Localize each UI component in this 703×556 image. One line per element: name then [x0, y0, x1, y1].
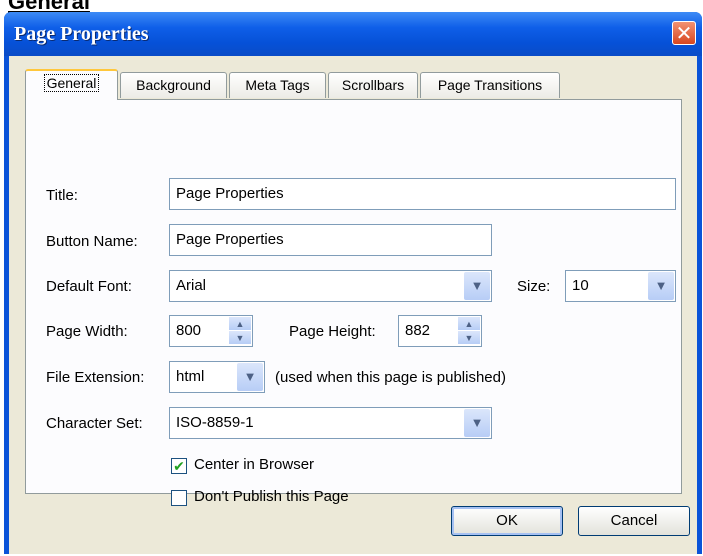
page-width-value: 800: [176, 322, 202, 339]
center-in-browser-label[interactable]: Center in Browser: [194, 456, 314, 473]
spin-up-icon[interactable]: ▲: [229, 317, 251, 331]
page-width-spinner[interactable]: ▲ ▼: [229, 317, 251, 345]
page-height-spinner[interactable]: ▲ ▼: [458, 317, 480, 345]
tab-meta-tags[interactable]: Meta Tags: [229, 72, 326, 98]
button-name-input[interactable]: Page Properties: [169, 224, 492, 256]
spin-down-icon[interactable]: ▼: [458, 331, 480, 345]
general-tab-panel: Title: Page Properties Button Name: Page…: [25, 99, 682, 506]
chevron-down-icon[interactable]: ▼: [648, 272, 674, 300]
dialog-body: General Background Meta Tags Scrollbars …: [9, 56, 697, 554]
tab-background[interactable]: Background: [120, 72, 227, 98]
center-in-browser-checkbox[interactable]: ✔: [171, 458, 187, 474]
title-input[interactable]: Page Properties: [169, 178, 676, 210]
tab-scrollbars[interactable]: Scrollbars: [328, 72, 418, 98]
tab-general-label: General: [43, 74, 100, 92]
page-height-value: 882: [405, 322, 431, 339]
character-set-value: ISO-8859-1: [176, 414, 254, 431]
close-icon[interactable]: ✕: [672, 21, 696, 45]
spin-up-icon[interactable]: ▲: [458, 317, 480, 331]
title-label: Title:: [46, 187, 78, 204]
page-width-input[interactable]: 800 ▲ ▼: [169, 315, 253, 347]
character-set-label: Character Set:: [46, 415, 143, 432]
tab-general[interactable]: General: [25, 69, 118, 100]
default-font-select[interactable]: Arial ▼: [169, 270, 492, 302]
default-font-label: Default Font:: [46, 278, 132, 295]
button-name-label: Button Name:: [46, 233, 138, 250]
tab-strip: General Background Meta Tags Scrollbars …: [25, 69, 665, 100]
dont-publish-checkbox[interactable]: [171, 490, 187, 506]
file-extension-note: (used when this page is published): [275, 369, 506, 386]
size-value: 10: [572, 277, 589, 294]
file-extension-label: File Extension:: [46, 369, 145, 386]
ok-button[interactable]: OK: [451, 506, 563, 536]
default-font-value: Arial: [176, 277, 207, 294]
file-extension-value: html: [176, 368, 205, 385]
page-properties-dialog: Page Properties ✕ General Background Met…: [4, 12, 702, 554]
spin-down-icon[interactable]: ▼: [229, 331, 251, 345]
tab-page-transitions[interactable]: Page Transitions: [420, 72, 560, 98]
page-width-label: Page Width:: [46, 323, 128, 340]
file-extension-select[interactable]: html ▼: [169, 361, 265, 393]
page-height-input[interactable]: 882 ▲ ▼: [398, 315, 482, 347]
chevron-down-icon[interactable]: ▼: [464, 409, 490, 437]
size-select[interactable]: 10 ▼: [565, 270, 676, 302]
chevron-down-icon[interactable]: ▼: [464, 272, 490, 300]
character-set-select[interactable]: ISO-8859-1 ▼: [169, 407, 492, 439]
chevron-down-icon[interactable]: ▼: [237, 363, 263, 391]
size-label: Size:: [517, 278, 551, 295]
title-bar[interactable]: Page Properties ✕: [4, 12, 702, 56]
dialog-title: Page Properties: [14, 23, 149, 45]
page-height-label: Page Height:: [289, 323, 376, 340]
dont-publish-label[interactable]: Don't Publish this Page: [194, 488, 349, 505]
cancel-button[interactable]: Cancel: [578, 506, 690, 536]
